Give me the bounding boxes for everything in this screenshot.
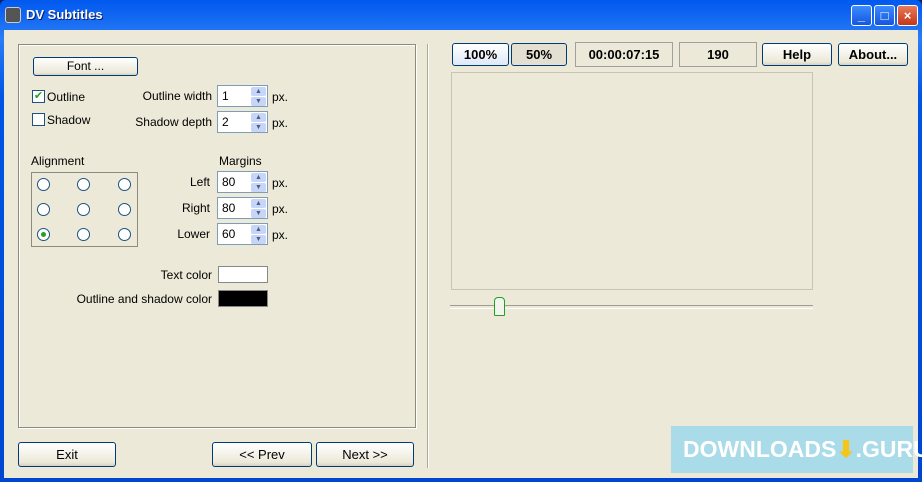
left-margin-spinner[interactable]: 80 ▲ ▼ [217, 171, 268, 193]
align-top-center[interactable] [77, 178, 90, 191]
left-margin-label: Left [189, 175, 210, 189]
outline-color-swatch[interactable] [218, 290, 268, 307]
zoom-50-button[interactable]: 50% [511, 43, 567, 66]
spin-down-icon[interactable]: ▼ [251, 235, 266, 244]
app-window: DV Subtitles _ □ × Font ... ✔ Outline Sh… [0, 0, 922, 482]
align-middle-left[interactable] [37, 203, 50, 216]
spin-up-icon[interactable]: ▲ [251, 199, 266, 208]
px-label: px. [272, 176, 289, 190]
window-title: DV Subtitles [26, 7, 103, 22]
timecode-display: 00:00:07:15 [575, 42, 673, 67]
outline-width-label: Outline width [142, 89, 212, 103]
help-button[interactable]: Help [762, 43, 832, 66]
align-top-left[interactable] [37, 178, 50, 191]
outline-color-label: Outline and shadow color [76, 292, 212, 306]
px-label: px. [272, 116, 289, 130]
exit-button[interactable]: Exit [18, 442, 116, 467]
spin-up-icon[interactable]: ▲ [251, 87, 266, 96]
frame-display: 190 [679, 42, 757, 67]
px-label: px. [272, 202, 289, 216]
spin-down-icon[interactable]: ▼ [251, 183, 266, 192]
spin-up-icon[interactable]: ▲ [251, 225, 266, 234]
outline-width-value: 1 [222, 89, 229, 103]
margins-label: Margins [219, 154, 262, 168]
lower-margin-label: Lower [177, 227, 210, 241]
text-color-label: Text color [160, 268, 212, 282]
watermark-text: DOWNLOADS [683, 436, 837, 462]
shadow-depth-spinner[interactable]: 2 ▲ ▼ [217, 111, 268, 133]
shadow-checkbox[interactable] [32, 113, 45, 126]
minimize-button[interactable]: _ [851, 5, 872, 26]
right-margin-value: 80 [222, 201, 236, 215]
prev-button[interactable]: << Prev [212, 442, 312, 467]
px-label: px. [272, 228, 289, 242]
outline-checkbox[interactable]: ✔ [32, 90, 45, 103]
position-slider-thumb[interactable] [494, 297, 505, 316]
next-button[interactable]: Next >> [316, 442, 414, 467]
shadow-label: Shadow [47, 113, 91, 127]
outline-label: Outline [47, 90, 86, 104]
app-icon [5, 7, 21, 23]
spin-down-icon[interactable]: ▼ [251, 97, 266, 106]
right-margin-spinner[interactable]: 80 ▲ ▼ [217, 197, 268, 219]
align-bottom-left[interactable] [37, 228, 50, 241]
px-label: px. [272, 90, 289, 104]
lower-margin-spinner[interactable]: 60 ▲ ▼ [217, 223, 268, 245]
preview-area [451, 72, 813, 290]
lower-margin-value: 60 [222, 227, 236, 241]
text-color-swatch[interactable] [218, 266, 268, 283]
download-arrow-icon: ⬇ [836, 436, 856, 462]
spin-up-icon[interactable]: ▲ [251, 113, 266, 122]
align-bottom-center[interactable] [77, 228, 90, 241]
close-button[interactable]: × [897, 5, 918, 26]
shadow-depth-label: Shadow depth [135, 115, 212, 129]
align-middle-center[interactable] [77, 203, 90, 216]
zoom-100-button[interactable]: 100% [452, 43, 509, 66]
spin-up-icon[interactable]: ▲ [251, 173, 266, 182]
alignment-label: Alignment [31, 154, 85, 168]
spin-down-icon[interactable]: ▼ [251, 123, 266, 132]
about-button[interactable]: About... [838, 43, 908, 66]
divider [427, 44, 429, 468]
right-margin-label: Right [181, 201, 210, 215]
outline-width-spinner[interactable]: 1 ▲ ▼ [217, 85, 268, 107]
font-button[interactable]: Font ... [33, 57, 138, 76]
downloads-guru-watermark: DOWNLOADS⬇.GURU [671, 426, 922, 473]
shadow-depth-value: 2 [222, 115, 229, 129]
maximize-button[interactable]: □ [874, 5, 895, 26]
left-margin-value: 80 [222, 175, 236, 189]
spin-down-icon[interactable]: ▼ [251, 209, 266, 218]
watermark-suffix: .GURU [855, 436, 922, 462]
client-area: Font ... ✔ Outline Shadow Outline width … [4, 30, 922, 478]
